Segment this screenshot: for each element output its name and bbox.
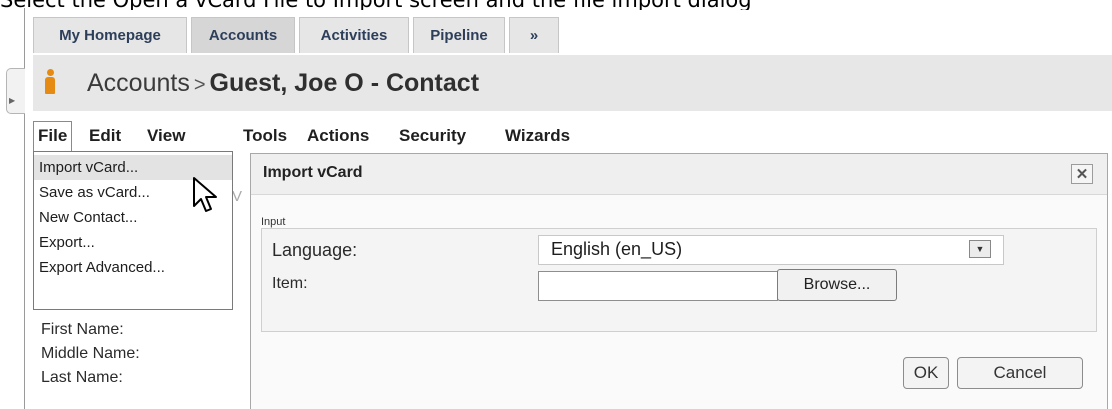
close-icon[interactable]: ✕ [1071,164,1093,184]
item-label: Item: [272,275,308,292]
side-panel-toggle[interactable]: ▶ [6,68,25,114]
menu-actions[interactable]: Actions [303,121,373,151]
mouse-pointer-icon [193,177,217,212]
breadcrumb-separator: > [193,74,206,96]
browse-button[interactable]: Browse... [777,269,897,301]
menu-tools[interactable]: Tools [239,121,291,151]
menu-file[interactable]: File [33,121,73,151]
obscured-label: V [232,188,243,205]
person-icon [43,69,57,95]
item-file-input[interactable] [538,271,778,301]
page-title: Accounts > Guest, Joe O - Contact [87,69,479,98]
tab-accounts[interactable]: Accounts [191,17,295,53]
chevron-down-icon[interactable]: ▼ [969,240,991,258]
tab-more[interactable]: » [509,17,559,53]
import-vcard-dialog: Import vCard ✕ Input Language: English (… [250,153,1108,409]
tab-pipeline[interactable]: Pipeline [413,17,505,53]
language-select-value: English (en_US) [551,239,683,259]
ok-button[interactable]: OK [903,357,949,389]
input-fieldset: Language: English (en_US) ▼ Item: Browse… [261,228,1097,332]
fieldset-legend: Input [261,216,286,228]
first-name-label: First Name: [41,321,124,338]
tab-activities[interactable]: Activities [299,17,409,53]
menu-security[interactable]: Security [395,121,470,151]
clipped-instruction-text: Select the Open a vCard File to Import s… [0,0,1112,10]
menu-item-export-advanced[interactable]: Export Advanced... [34,255,232,280]
cancel-button[interactable]: Cancel [957,357,1083,389]
menu-wizards[interactable]: Wizards [501,121,574,151]
file-menu-dropdown: Import vCard... Save as vCard... New Con… [33,151,233,310]
menu-item-export[interactable]: Export... [34,230,232,255]
tab-my-homepage[interactable]: My Homepage [33,17,187,53]
page-title-bar: Accounts > Guest, Joe O - Contact [33,55,1112,111]
breadcrumb-accounts[interactable]: Accounts [87,69,190,97]
dialog-title: Import vCard [263,164,363,181]
menubar: File Edit View Tools Actions Security Wi… [33,121,1033,151]
menu-view[interactable]: View [143,121,189,151]
expand-arrow-icon: ▶ [9,96,16,105]
middle-name-label: Middle Name: [41,345,140,362]
language-select[interactable]: English (en_US) ▼ [538,235,1004,265]
menu-edit[interactable]: Edit [85,121,125,151]
last-name-label: Last Name: [41,369,123,386]
contact-form-labels: First Name: Middle Name: Last Name: [41,318,140,390]
language-label: Language: [272,240,358,260]
record-title: Guest, Joe O - Contact [209,69,480,97]
dialog-header: Import vCard ✕ [251,154,1107,195]
